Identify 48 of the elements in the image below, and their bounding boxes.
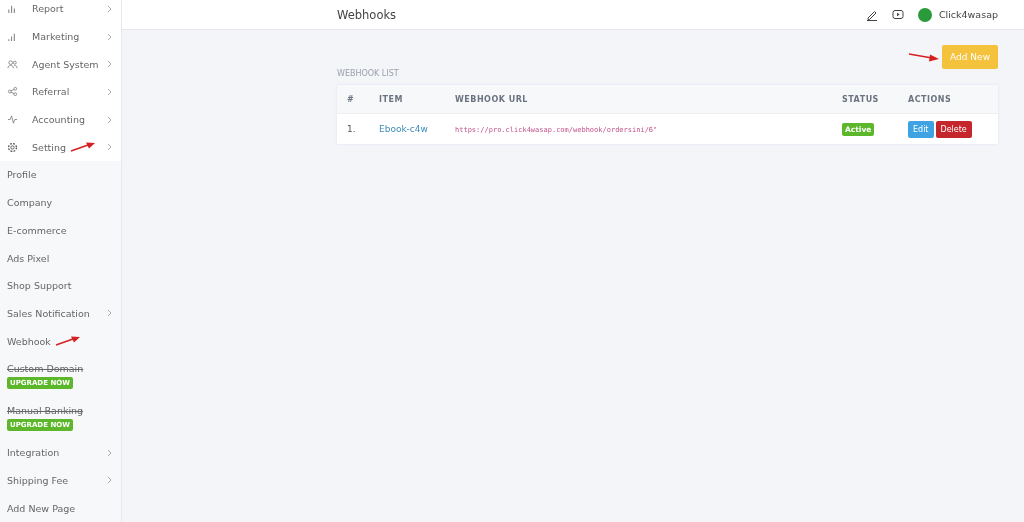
column-header: ITEM xyxy=(369,85,445,114)
sidebar-item[interactable]: Ads Pixel xyxy=(0,244,121,272)
sidebar-item[interactable]: Webhook xyxy=(0,327,121,355)
section-title: WEBHOOK LIST xyxy=(337,69,399,78)
column-header: STATUS xyxy=(832,85,898,114)
sidebar-item[interactable]: Agent System xyxy=(0,50,121,79)
chevron-icon xyxy=(107,32,113,41)
sidebar-item[interactable]: Referral xyxy=(0,78,121,106)
arrow-annotation xyxy=(70,142,96,153)
chevron-icon xyxy=(107,4,113,13)
sidebar-item[interactable]: Setting xyxy=(0,133,121,162)
users-icon xyxy=(7,58,18,70)
chevron-icon xyxy=(107,476,113,485)
user-name[interactable]: Click4wasap xyxy=(938,9,998,20)
chevron-icon xyxy=(107,87,113,96)
chart-icon xyxy=(7,3,18,15)
chevron-icon xyxy=(107,143,113,152)
column-header: WEBHOOK URL xyxy=(445,85,832,114)
item-link[interactable]: Ebook-c4w xyxy=(379,124,428,134)
sidebar-item[interactable]: E-commerce xyxy=(0,216,121,245)
sidebar-item[interactable]: Profile xyxy=(0,161,121,189)
sidebar-item[interactable]: Add New Page xyxy=(0,494,121,522)
chevron-icon xyxy=(107,115,113,124)
sidebar-item[interactable]: Report xyxy=(0,0,121,23)
pencil-icon[interactable] xyxy=(865,8,878,21)
sidebar-item[interactable]: Company xyxy=(0,188,121,217)
delete-button[interactable]: Delete xyxy=(935,120,972,138)
avatar[interactable] xyxy=(917,7,932,22)
sidebar-item[interactable]: Integration xyxy=(0,438,121,467)
share-icon xyxy=(7,86,18,98)
bar-chart-icon xyxy=(7,31,18,43)
sidebar-item[interactable]: Accounting xyxy=(0,105,121,134)
sidebar-item[interactable]: Marketing xyxy=(0,22,121,51)
chevron-icon xyxy=(107,448,113,457)
sidebar-item[interactable]: Shop Support xyxy=(0,271,121,300)
page-title: Webhooks xyxy=(337,7,398,22)
arrow-annotation xyxy=(54,336,81,347)
sidebar-item[interactable]: Sales Notification xyxy=(0,299,121,328)
row-number: 1. xyxy=(337,113,369,144)
column-header: ACTIONS xyxy=(898,85,998,114)
settings-icon xyxy=(7,141,18,153)
play-icon[interactable] xyxy=(891,9,904,20)
chevron-icon xyxy=(107,60,113,69)
chevron-icon xyxy=(107,309,113,318)
arrow-annotation xyxy=(908,52,941,62)
pulse-icon xyxy=(7,114,18,126)
column-header: # xyxy=(337,85,369,114)
sidebar-item[interactable]: Shipping Fee xyxy=(0,466,121,495)
